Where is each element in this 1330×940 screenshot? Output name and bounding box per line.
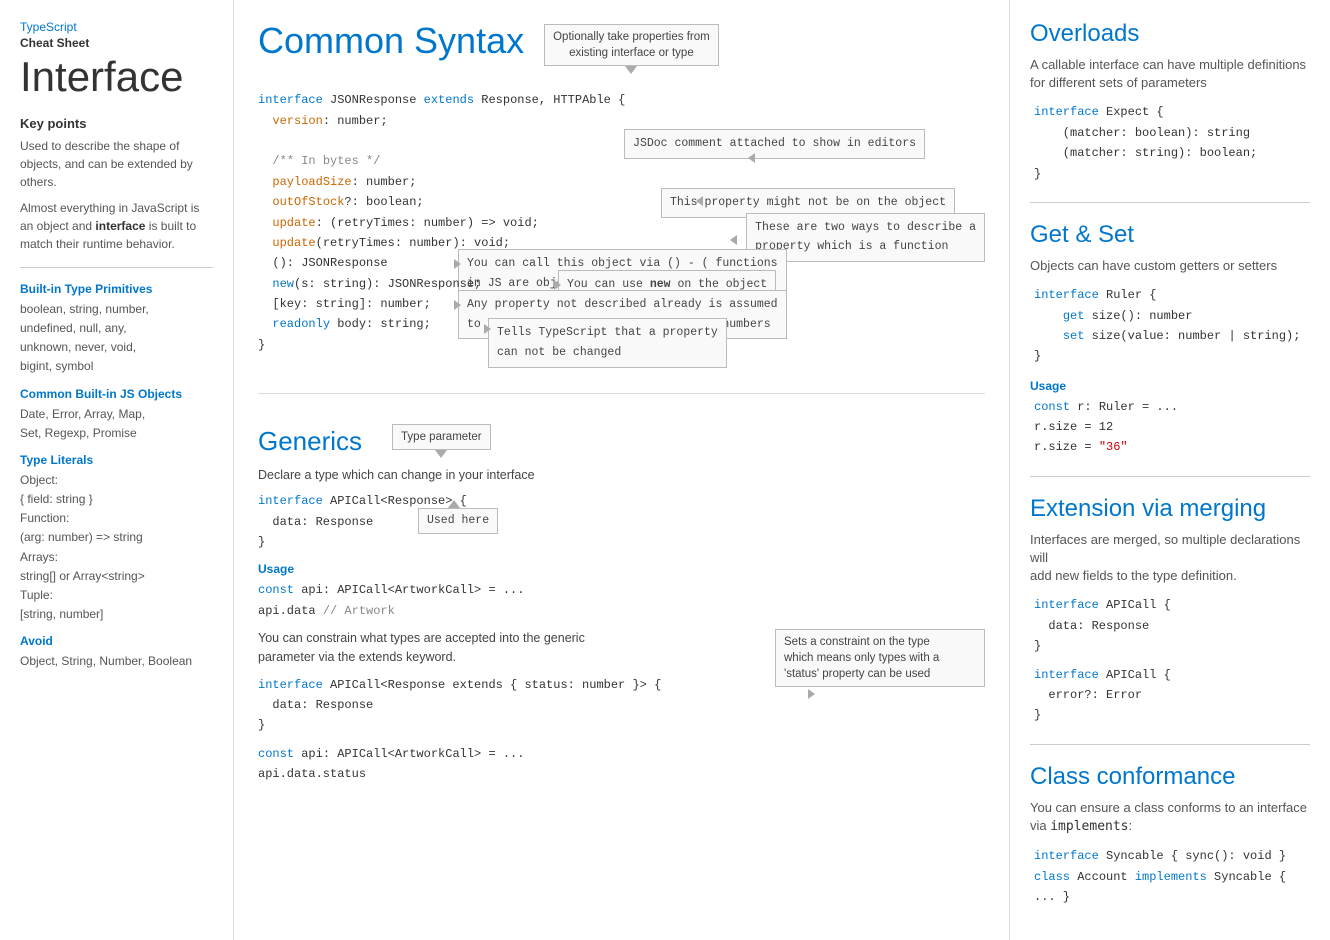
extension-title: Extension via merging — [1030, 495, 1310, 523]
extension-section: Extension via merging Interfaces are mer… — [1030, 495, 1310, 726]
category-avoid-title: Avoid — [20, 634, 213, 648]
right-panel: Overloads A callable interface can have … — [1010, 0, 1330, 940]
extension-code-1: interface APICall { data: Response } — [1034, 595, 1310, 656]
callout-top-right-container: Optionally take properties fromexisting … — [544, 24, 719, 74]
used-here-arrow-up — [448, 500, 460, 508]
category-js-objects-title: Common Built-in JS Objects — [20, 387, 213, 401]
generics-desc: Declare a type which can change in your … — [258, 466, 985, 485]
callout-constraint-arrow — [808, 689, 815, 699]
class-desc-code: implements — [1050, 819, 1128, 834]
callout-type-param-box: Type parameter — [392, 424, 491, 450]
right-divider-3 — [1030, 744, 1310, 745]
callout-constraint-box: Sets a constraint on the typewhich means… — [775, 629, 985, 687]
extension-code-2: interface APICall { error?: Error } — [1034, 665, 1310, 726]
class-section: Class conformance You can ensure a class… — [1030, 763, 1310, 908]
class-desc: You can ensure a class conforms to an in… — [1030, 799, 1310, 836]
key-points-2: Almost everything in JavaScript is an ob… — [20, 199, 213, 253]
get-set-usage-code: const r: Ruler = ... r.size = 12 r.size … — [1034, 397, 1310, 458]
callout-arrow-down — [625, 66, 637, 74]
class-desc-suffix: : — [1129, 818, 1133, 833]
sidebar-sheet-label: Cheat Sheet — [20, 36, 213, 50]
overloads-section: Overloads A callable interface can have … — [1030, 20, 1310, 184]
used-here-container: Used here — [418, 500, 498, 534]
key-points-1: Used to describe the shape of objects, a… — [20, 137, 213, 191]
callout-jsdoc-box: JSDoc comment attached to show in editor… — [624, 129, 925, 159]
overloads-desc: A callable interface can have multiple d… — [1030, 56, 1310, 92]
right-divider-2 — [1030, 476, 1310, 477]
category-js-objects-body: Date, Error, Array, Map,Set, Regexp, Pro… — [20, 405, 213, 443]
callout-used-here-box: Used here — [418, 508, 498, 534]
overloads-title: Overloads — [1030, 20, 1310, 48]
callout-index-arrow — [454, 300, 461, 310]
callout-jsdoc-arrow — [748, 153, 755, 163]
interface-code-block: interface JSONResponse extends Response,… — [258, 90, 985, 355]
common-syntax-title: Common Syntax — [258, 20, 524, 62]
readonly-line-area: readonly body: string; Tells TypeScript … — [258, 314, 985, 334]
get-set-section: Get & Set Objects can have custom getter… — [1030, 221, 1310, 458]
sidebar-top-label: TypeScript — [20, 20, 213, 36]
get-set-usage-label: Usage — [1030, 379, 1310, 393]
callout-new-arrow — [554, 280, 561, 290]
generics-title: Generics — [258, 426, 362, 457]
category-primitives-title: Built-in Type Primitives — [20, 282, 213, 296]
right-divider-1 — [1030, 202, 1310, 203]
get-set-title: Get & Set — [1030, 221, 1310, 249]
generics-code-block: interface APICall<Response> { data: Resp… — [258, 491, 985, 552]
callout-top-right: Optionally take properties fromexisting … — [544, 24, 719, 66]
type-param-callout-container: Type parameter — [392, 424, 491, 458]
common-syntax-header: Common Syntax Optionally take properties… — [258, 20, 985, 74]
callout-function-arrow — [730, 235, 737, 245]
index-line-area: [key: string]: number; Any property not … — [258, 294, 985, 314]
category-primitives-body: boolean, string, number,undefined, null,… — [20, 300, 213, 377]
key-points-title: Key points — [20, 116, 213, 131]
constraint-area: You can constrain what types are accepte… — [258, 629, 985, 667]
category-type-literals-body: Object: { field: string } Function: (arg… — [20, 471, 213, 625]
get-set-code: interface Ruler { get size(): number set… — [1034, 285, 1310, 367]
jsdoc-line-area: /** In bytes */ payloadSize: number; JSD… — [258, 151, 985, 192]
sidebar: TypeScript Cheat Sheet Interface Key poi… — [0, 0, 234, 940]
class-title: Class conformance — [1030, 763, 1310, 791]
key-points-2-bold: interface — [95, 219, 145, 233]
overloads-code: interface Expect { (matcher: boolean): s… — [1034, 102, 1310, 184]
usage-code-1: const api: APICall<ArtworkCall> = ... ap… — [258, 580, 985, 621]
callout-callable-arrow — [454, 259, 461, 269]
category-avoid-body: Object, String, Number, Boolean — [20, 652, 213, 671]
usage-label: Usage — [258, 562, 985, 576]
category-type-literals-title: Type Literals — [20, 453, 213, 467]
usage-code-2: const api: APICall<ArtworkCall> = ... ap… — [258, 744, 985, 785]
sidebar-divider-1 — [20, 267, 213, 268]
optional-line-area: outOfStock?: boolean; This property migh… — [258, 192, 985, 212]
generics-section: Generics Type parameter Declare a type w… — [258, 424, 985, 784]
generics-header: Generics Type parameter — [258, 424, 985, 458]
get-set-desc: Objects can have custom getters or sette… — [1030, 257, 1310, 275]
main-section-divider — [258, 393, 985, 394]
function-line-area: update: (retryTimes: number) => void; up… — [258, 213, 985, 254]
extension-desc: Interfaces are merged, so multiple decla… — [1030, 531, 1310, 586]
callout-readonly-arrow — [484, 324, 491, 334]
callout-optional-arrow — [696, 196, 703, 206]
type-param-arrow-down — [435, 450, 447, 458]
callout-readonly-box: Tells TypeScript that a propertycan not … — [488, 318, 727, 367]
class-code: interface Syncable { sync(): void } clas… — [1034, 846, 1310, 907]
sidebar-main-title: Interface — [20, 54, 213, 100]
common-syntax-block: Common Syntax Optionally take properties… — [258, 20, 985, 383]
main-content: Common Syntax Optionally take properties… — [234, 0, 1010, 940]
constrain-desc: You can constrain what types are accepte… — [258, 629, 618, 667]
